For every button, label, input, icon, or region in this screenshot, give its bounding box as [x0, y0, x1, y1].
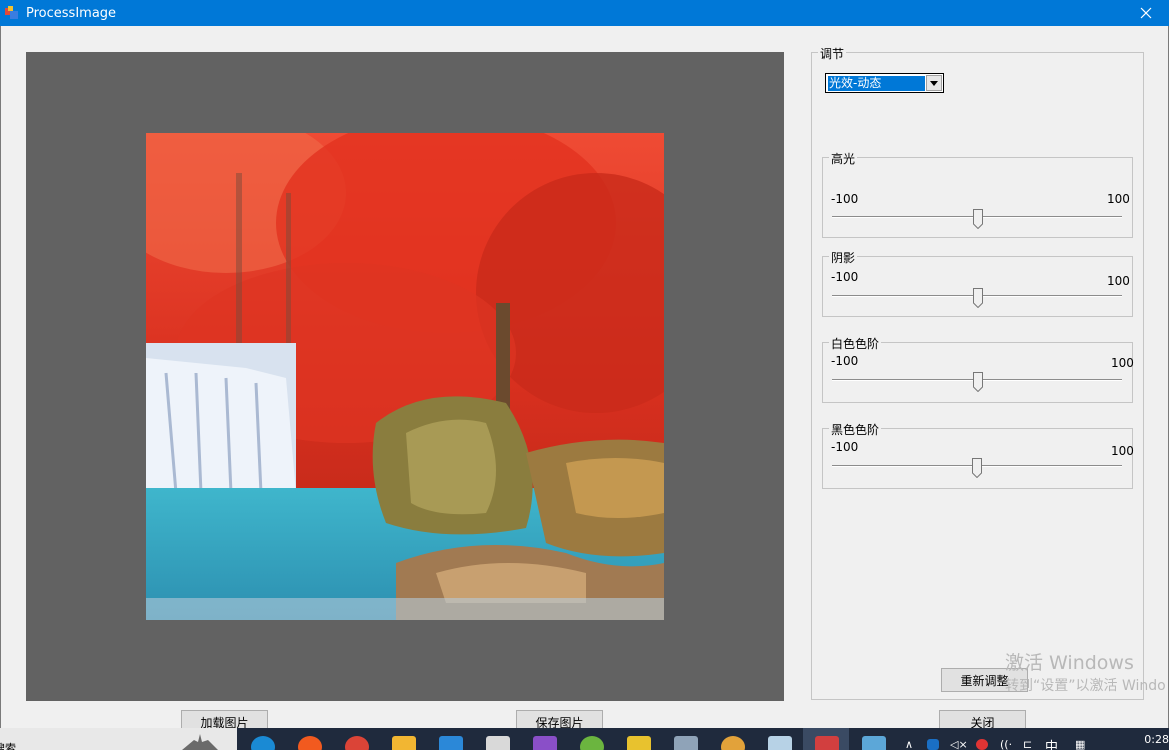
media-player-icon[interactable] — [298, 736, 322, 750]
calculator-icon[interactable] — [674, 736, 698, 750]
black-level-max-label: 100 — [1111, 444, 1134, 458]
shadow-slider-thumb[interactable] — [973, 288, 983, 308]
chrome-icon[interactable] — [345, 736, 369, 750]
close-icon — [1140, 7, 1152, 19]
photo-viewer-icon[interactable] — [768, 736, 792, 750]
visual-studio-icon[interactable] — [533, 736, 557, 750]
ime-mode-icon[interactable]: ▦ — [1075, 738, 1085, 750]
white-level-max-label: 100 — [1111, 356, 1134, 370]
window-title: ProcessImage — [26, 6, 117, 21]
white-level-min-label: -100 — [831, 354, 859, 368]
archive-tool-icon[interactable] — [627, 736, 651, 750]
dropdown-arrow-button[interactable] — [926, 75, 942, 91]
mode-select-value: 光效-动态 — [828, 76, 925, 91]
chevron-down-icon — [930, 80, 938, 86]
taskbar-search-label: 搜索 — [0, 742, 16, 750]
image-viewport — [26, 52, 784, 701]
black-level-label: 黑色色阶 — [829, 421, 882, 438]
black-level-min-label: -100 — [831, 440, 859, 454]
activation-watermark-subtitle: 转到“设置”以激活 Windo — [1005, 678, 1166, 694]
mode-select[interactable]: 光效-动态 — [825, 73, 944, 93]
volume-muted-icon[interactable]: ◁× — [950, 738, 968, 750]
tray-chevron-icon[interactable]: ∧ — [905, 738, 913, 750]
taskbar-search-area[interactable]: 搜索 — [0, 728, 237, 750]
notepad-icon[interactable] — [486, 736, 510, 750]
shadow-min-label: -100 — [831, 270, 859, 284]
loaded-image — [146, 133, 664, 620]
highlight-label: 高光 — [829, 150, 858, 167]
search-thumbnail-icon — [182, 734, 218, 750]
tray-alert-icon[interactable] — [976, 739, 988, 750]
edge-icon[interactable] — [251, 736, 275, 750]
paint-icon[interactable] — [721, 736, 745, 750]
taskbar-clock[interactable]: 0:28 — [1144, 733, 1169, 746]
shadow-max-label: 100 — [1107, 274, 1130, 288]
ime-indicator[interactable]: 中 — [1045, 736, 1058, 750]
highlight-max-label: 100 — [1107, 192, 1130, 206]
white-level-label: 白色色阶 — [829, 335, 882, 352]
store-icon[interactable] — [439, 736, 463, 750]
processimage-app-icon[interactable] — [815, 736, 839, 750]
tray-display-icon[interactable]: ⊏ — [1023, 738, 1032, 750]
activation-watermark-title: 激活 Windows — [1005, 652, 1134, 674]
highlight-min-label: -100 — [831, 192, 859, 206]
highlight-slider-thumb[interactable] — [973, 209, 983, 229]
file-explorer-icon[interactable] — [392, 736, 416, 750]
app-icon — [5, 6, 18, 19]
white-level-slider-thumb[interactable] — [973, 372, 983, 392]
adjust-group-label: 调节 — [818, 45, 847, 62]
image-editor-icon[interactable] — [862, 736, 886, 750]
title-bar: ProcessImage — [0, 0, 1169, 26]
black-level-slider-thumb[interactable] — [972, 458, 982, 478]
close-window-button[interactable] — [1123, 0, 1169, 26]
shadow-label: 阴影 — [829, 249, 858, 266]
tray-app-icon[interactable] — [927, 739, 939, 750]
taskbar: ∧ ◁× ((· ⊏ 中 ▦ 0:28 — [237, 728, 1169, 750]
network-icon[interactable]: ((· — [1000, 738, 1012, 750]
android-studio-icon[interactable] — [580, 736, 604, 750]
